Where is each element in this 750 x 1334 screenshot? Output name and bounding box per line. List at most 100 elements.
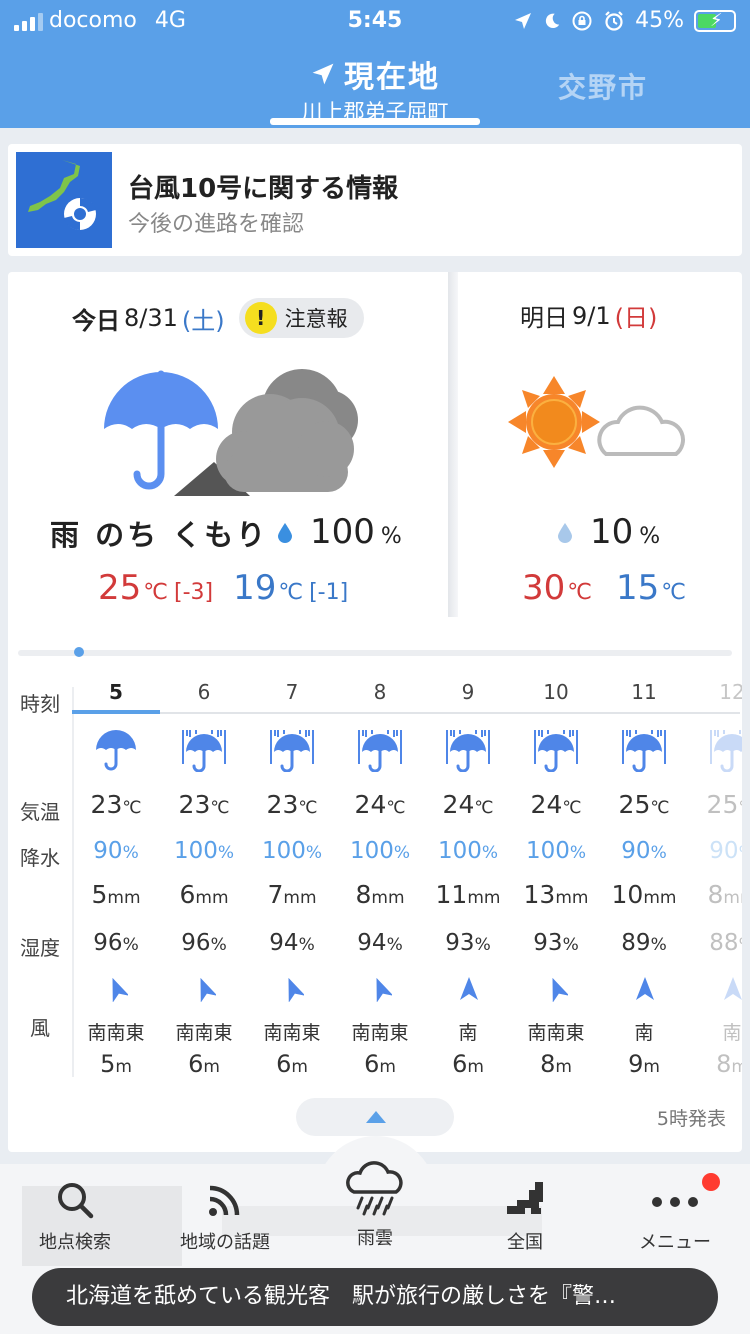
hour-label: 8 [373, 680, 387, 704]
hour-humidity: 88% [709, 930, 742, 956]
umbrella-then-cloud-icon [104, 369, 358, 496]
hour-precip-prob: 100% [437, 838, 499, 864]
tomorrow-pop-unit: % [639, 524, 661, 549]
hour-wind-speed: 8m [540, 1050, 572, 1078]
day-scroll-track[interactable] [18, 650, 732, 656]
banner-subtitle: 今後の進路を確認 [128, 212, 305, 237]
hour-temp: 24℃ [530, 790, 582, 819]
hour-label: 11 [631, 680, 657, 704]
today-low-diff: [-1] [309, 580, 349, 605]
today-pop-value: 100 [310, 512, 375, 552]
alarm-icon [605, 10, 623, 31]
tab-other-location[interactable]: 交野市 [558, 66, 648, 106]
alert-badge[interactable]: ! 注意報 [238, 298, 364, 338]
battery-percent: 45% [635, 8, 684, 33]
nav-local-topics[interactable]: 地域の話題 [160, 1180, 290, 1254]
hour-wind-direction: 南南東 [87, 1022, 145, 1044]
rotation-lock-icon [572, 11, 592, 30]
tab-current-location[interactable]: 現在地 川上郡弟子屈町 [270, 52, 480, 126]
tomorrow-high: 30 [522, 568, 566, 608]
sun-then-cloud-icon [508, 376, 685, 468]
hour-label: 9 [461, 680, 475, 704]
forecast-panel: 今日 8/31 (土) ! 注意報 雨 のち くもり 100 % 25 ℃ [-… [8, 272, 742, 1152]
temp-unit: ℃ [143, 580, 168, 605]
tomorrow-forecast[interactable]: 明日 9/1 (日) 10% 30 ℃ 15 ℃ [458, 272, 742, 617]
hourly-forecast-scroll[interactable]: 5 23℃ 90% 5mm 96% 南南東 5m 6 23℃ 100% 6mm 96% 南南東 6m 7 23… [72, 680, 742, 1080]
typhoon-info-banner[interactable]: 台風10号に関する情報 今後の進路を確認 [8, 144, 742, 256]
app-header: docomo 4G 5:45 45% ⚡ 現在地 川上郡弟子屈町 交野市 [0, 0, 750, 128]
umbrella-heavy-rain-icon [710, 730, 742, 772]
hour-humidity: 89% [621, 930, 667, 956]
row-label-wind: 風 [30, 1016, 50, 1040]
row-label-temp: 気温 [20, 800, 60, 824]
umbrella-heavy-rain-icon [358, 730, 402, 772]
nav-nationwide[interactable]: 全国 [460, 1180, 590, 1254]
today-pop-unit: % [380, 524, 402, 549]
nav-local-topics-label: 地域の話題 [180, 1232, 270, 1253]
nav-nationwide-label: 全国 [507, 1232, 543, 1253]
chevron-up-icon [366, 1111, 386, 1123]
nav-search-label: 地点検索 [39, 1232, 111, 1253]
tomorrow-temps: 30 ℃ 15 ℃ [522, 568, 686, 608]
nav-search[interactable]: 地点検索 [10, 1180, 140, 1254]
japan-map-icon [507, 1182, 543, 1214]
hour-precip-prob: 100% [261, 838, 323, 864]
scroll-position-dot [74, 647, 84, 657]
umbrella-heavy-rain-icon [270, 730, 314, 772]
tomorrow-pop-value: 10 [590, 512, 634, 552]
tomorrow-low: 15 [615, 568, 660, 608]
hour-precip-amount: 6mm [179, 880, 229, 909]
nav-rain-cloud[interactable]: 雨雲 [310, 1160, 440, 1250]
day-divider [448, 272, 458, 617]
hour-wind-speed: 9m [628, 1050, 660, 1078]
collapse-button[interactable] [296, 1098, 454, 1136]
hour-label: 5 [109, 680, 123, 704]
today-low: 19 [233, 568, 277, 608]
alert-label: 注意報 [284, 307, 348, 331]
umbrella-icon [96, 730, 136, 771]
today-high: 25 [98, 568, 142, 608]
banner-title: 台風10号に関する情報 [128, 174, 399, 204]
warning-icon: ! [244, 302, 277, 334]
tomorrow-label: 明日 [520, 304, 568, 332]
location-arrow-icon [515, 12, 532, 29]
hour-humidity: 96% [93, 930, 139, 956]
wind-direction-icon [288, 977, 304, 1002]
hour-label: 10 [543, 680, 569, 704]
hour-temp: 24℃ [442, 790, 494, 819]
hour-wind-direction: 南 [634, 1022, 654, 1044]
hour-precip-amount: 7mm [267, 880, 317, 909]
hour-temp: 23℃ [178, 790, 230, 819]
today-high-diff: [-3] [173, 580, 214, 605]
notification-badge [702, 1173, 720, 1191]
umbrella-heavy-rain-icon [182, 730, 226, 772]
wind-direction-icon [112, 977, 128, 1002]
hour-precip-prob: 90% [93, 838, 139, 864]
hour-humidity: 94% [357, 930, 403, 956]
today-date: 8/31 [124, 304, 178, 332]
temp-unit: ℃ [661, 580, 686, 605]
hour-wind-direction: 南南東 [351, 1022, 409, 1044]
hour-precip-amount: 5mm [91, 880, 141, 909]
umbrella-heavy-rain-icon [446, 730, 490, 772]
nav-menu[interactable]: メニュー [610, 1180, 740, 1254]
wind-direction-icon [636, 977, 654, 1000]
wind-direction-icon [460, 977, 478, 1000]
hour-precip-amount: 11mm [435, 880, 501, 909]
hour-wind-direction: 南南東 [175, 1022, 233, 1044]
wind-direction-icon [724, 977, 742, 1000]
hour-humidity: 93% [533, 930, 579, 956]
search-icon [58, 1183, 94, 1219]
hour-wind-speed: 8m [716, 1050, 742, 1078]
today-forecast[interactable]: 今日 8/31 (土) ! 注意報 雨 のち くもり 100 % 25 ℃ [-… [8, 272, 448, 617]
hour-wind-speed: 6m [364, 1050, 396, 1078]
umbrella-heavy-rain-icon [622, 730, 666, 772]
active-tab-indicator [270, 118, 480, 125]
typhoon-map-icon [16, 152, 112, 248]
announced-time: 5時発表 [656, 1108, 726, 1130]
battery-icon: ⚡ [694, 9, 736, 32]
hour-precip-amount: 8mm [707, 880, 742, 909]
news-toast[interactable]: 北海道を舐めている観光客 駅が旅行の厳しさを『警… [32, 1268, 718, 1326]
more-icon [652, 1197, 698, 1207]
wind-direction-icon [552, 977, 568, 1002]
